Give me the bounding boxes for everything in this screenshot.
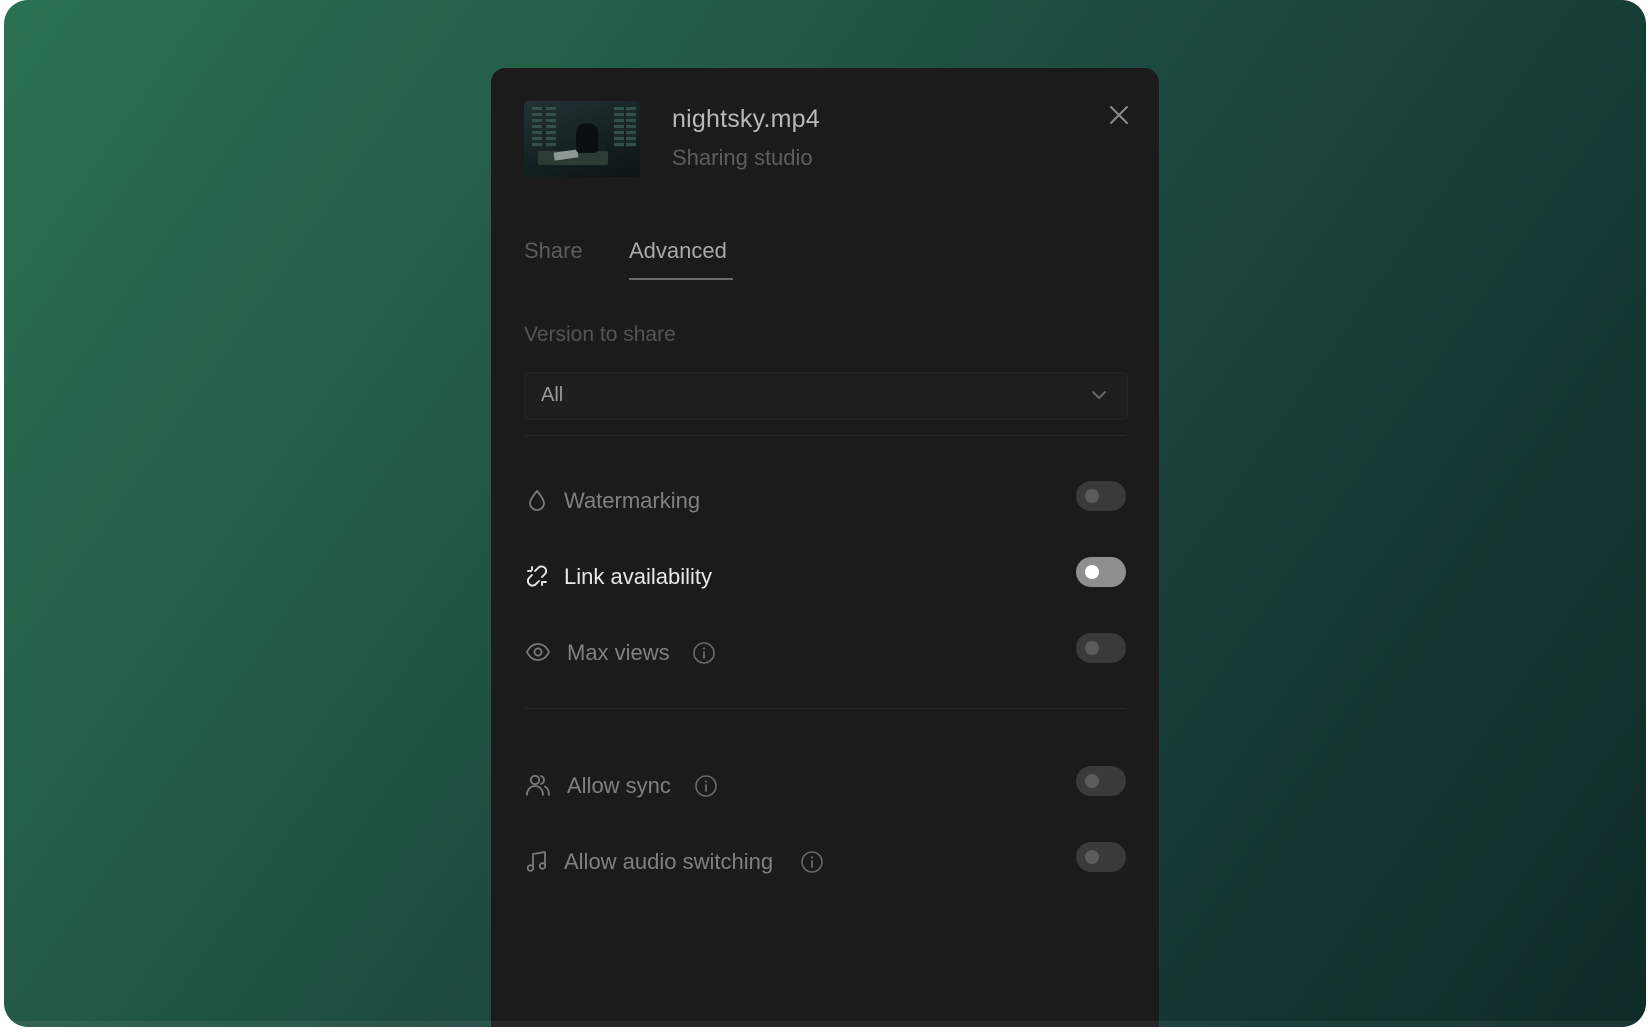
toggle-knob [1085,774,1099,788]
divider [524,435,1126,436]
background: nightsky.mp4 Sharing studio Share Advanc… [4,0,1646,1027]
setting-row-allow-sync: Allow sync [524,766,1126,806]
video-thumbnail [524,101,640,177]
info-icon[interactable] [692,641,716,665]
setting-row-link-availability: Link availability [524,557,1126,597]
toggle-knob [1085,850,1099,864]
tab-bar: Share Advanced [524,238,1124,280]
allow-audio-switching-toggle[interactable] [1076,842,1126,872]
divider [524,708,1126,709]
thumbnail-window [614,107,624,147]
thumbnail-window [532,107,542,147]
setting-label: Max views [567,640,670,665]
link-icon [526,565,548,587]
chevron-down-icon [1092,391,1106,399]
droplet-icon [529,490,545,511]
eye-icon [526,643,550,661]
setting-label: Allow audio switching [564,849,774,874]
setting-row-allow-audio-switching: Allow audio switching [524,842,1126,882]
sharing-dialog: nightsky.mp4 Sharing studio Share Advanc… [491,68,1159,1027]
link-availability-toggle[interactable] [1076,557,1126,587]
close-icon [1110,106,1128,124]
allow-sync-toggle[interactable] [1076,766,1126,796]
version-label: Version to share [524,323,676,346]
setting-label: Watermarking [564,488,701,513]
toggle-knob [1085,489,1099,503]
setting-row-watermarking: Watermarking [524,481,1126,521]
music-note-icon [526,851,547,872]
dialog-subtitle: Sharing studio [672,145,813,170]
users-icon [526,774,550,796]
max-views-toggle[interactable] [1076,633,1126,663]
thumbnail-person [576,123,598,153]
file-name: nightsky.mp4 [672,105,820,133]
version-select-value: All [541,384,564,406]
tab-advanced[interactable]: Advanced [629,238,727,264]
setting-row-max-views: Max views [524,633,1126,673]
close-button[interactable] [1106,102,1132,128]
tab-share[interactable]: Share [524,238,583,264]
thumbnail-window [626,107,636,147]
info-icon[interactable] [800,850,824,874]
version-select[interactable]: All [524,372,1128,420]
info-icon[interactable] [694,774,718,798]
active-tab-indicator [629,278,733,280]
toggle-knob [1085,565,1099,579]
setting-label: Allow sync [567,773,671,798]
watermarking-toggle[interactable] [1076,481,1126,511]
setting-label: Link availability [564,564,712,589]
toggle-knob [1085,641,1099,655]
thumbnail-window [546,107,556,147]
